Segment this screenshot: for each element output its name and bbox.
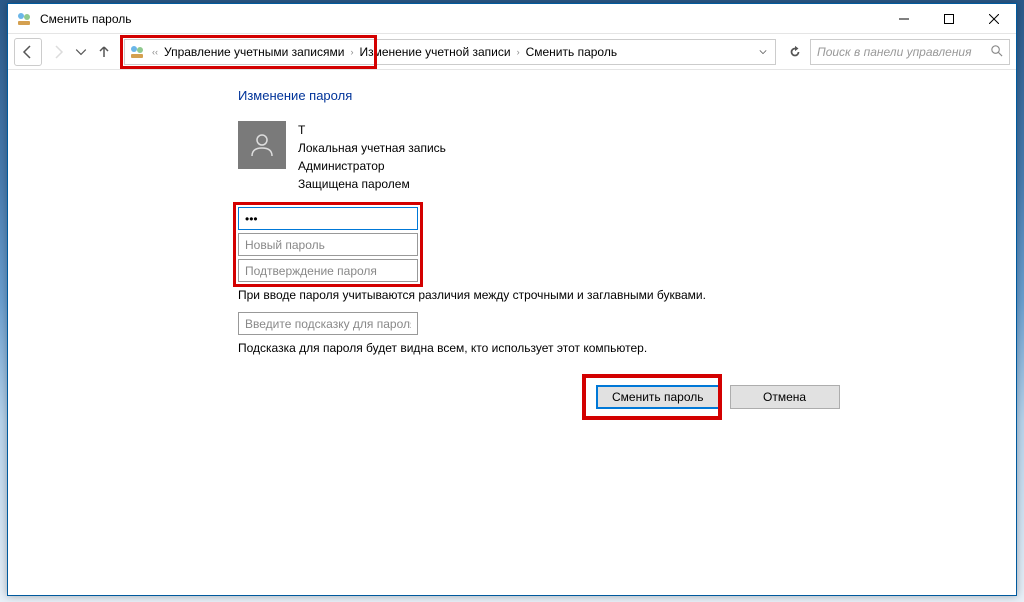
close-button[interactable] [971, 4, 1016, 33]
search-box[interactable] [810, 39, 1010, 65]
password-fields-group [238, 207, 418, 282]
user-role: Администратор [298, 157, 446, 175]
cancel-button[interactable]: Отмена [730, 385, 840, 409]
page-heading: Изменение пароля [238, 88, 992, 103]
maximize-button[interactable] [926, 4, 971, 33]
content-area: Изменение пароля T Локальная учетная зап… [8, 70, 1016, 433]
button-row: Сменить пароль Отмена [596, 385, 992, 409]
hint-visibility-note: Подсказка для пароля будет видна всем, к… [238, 341, 992, 355]
breadcrumb-item[interactable]: Изменение учетной записи [356, 43, 513, 61]
navigation-bar: ‹‹ Управление учетными записями › Измене… [8, 34, 1016, 70]
back-button[interactable] [14, 38, 42, 66]
password-status: Защищена паролем [298, 175, 446, 193]
account-type: Локальная учетная запись [298, 139, 446, 157]
chevron-right-icon: › [350, 47, 353, 57]
forward-button[interactable] [44, 38, 72, 66]
recent-locations-button[interactable] [74, 38, 88, 66]
chevron-right-icon: › [517, 47, 520, 57]
minimize-button[interactable] [881, 4, 926, 33]
user-details: T Локальная учетная запись Администратор… [298, 121, 446, 193]
change-password-button[interactable]: Сменить пароль [596, 385, 720, 409]
app-icon [16, 11, 32, 27]
user-info-block: T Локальная учетная запись Администратор… [238, 121, 992, 193]
up-button[interactable] [90, 38, 118, 66]
breadcrumb-item[interactable]: Управление учетными записями [161, 43, 347, 61]
user-name: T [298, 121, 446, 139]
titlebar: Сменить пароль [8, 4, 1016, 34]
search-icon [990, 44, 1003, 60]
change-password-window: Сменить пароль ‹‹ Управление учетными за… [7, 3, 1017, 596]
new-password-input[interactable] [238, 233, 418, 256]
case-sensitive-note: При вводе пароля учитываются различия ме… [238, 288, 992, 302]
breadcrumb-bar[interactable]: ‹‹ Управление учетными записями › Измене… [124, 39, 776, 65]
search-input[interactable] [817, 45, 990, 59]
breadcrumb-item[interactable]: Сменить пароль [523, 43, 621, 61]
current-password-input[interactable] [238, 207, 418, 230]
chevron-right-icon: ‹‹ [152, 47, 158, 57]
password-hint-input[interactable] [238, 312, 418, 335]
user-avatar [238, 121, 286, 169]
users-icon [129, 44, 145, 60]
window-title: Сменить пароль [40, 12, 881, 26]
window-controls [881, 4, 1016, 33]
breadcrumb-dropdown[interactable] [755, 40, 771, 64]
refresh-button[interactable] [782, 39, 808, 65]
confirm-password-input[interactable] [238, 259, 418, 282]
